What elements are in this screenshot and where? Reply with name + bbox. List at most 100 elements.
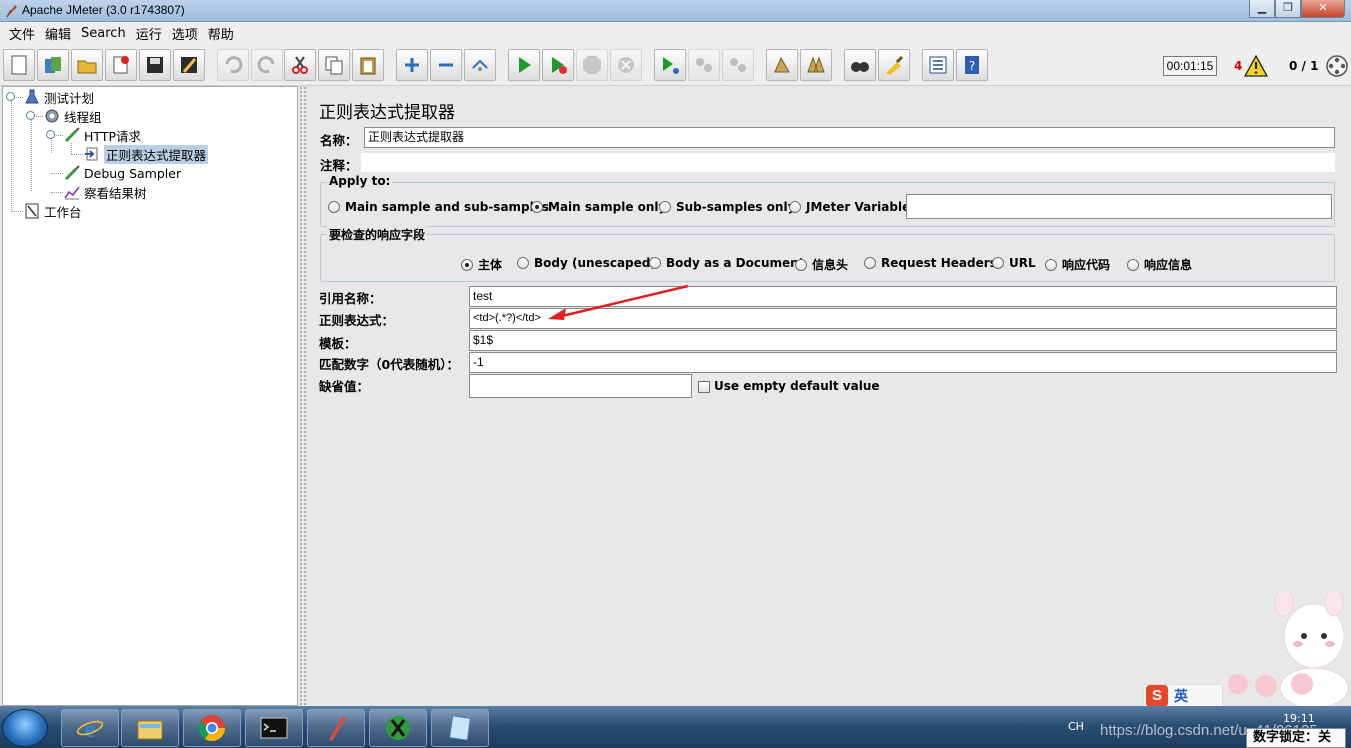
window-title: Apache JMeter (3.0 r1743807) bbox=[22, 3, 185, 17]
maximize-button[interactable]: ❐ bbox=[1275, 0, 1301, 18]
help-button[interactable]: ? bbox=[956, 49, 988, 81]
apply-sub-only-radio[interactable]: Sub-samples only bbox=[659, 200, 795, 214]
radio-dot bbox=[531, 201, 543, 213]
tree-node-label: 正则表达式提取器 bbox=[104, 144, 209, 164]
open-button[interactable] bbox=[71, 49, 103, 81]
remote-status-icon bbox=[1326, 55, 1348, 77]
remote-start-button[interactable] bbox=[654, 49, 686, 81]
tree-node-thread-group[interactable]: 线程组 bbox=[43, 107, 102, 125]
taskbar-app-chrome[interactable] bbox=[183, 709, 241, 747]
use-empty-default-label: Use empty default value bbox=[714, 379, 880, 393]
search-icon bbox=[851, 62, 869, 72]
save-button[interactable] bbox=[139, 49, 171, 81]
menu-search[interactable]: Search bbox=[76, 26, 131, 41]
tree-node-regex-extractor[interactable]: 正则表达式提取器 bbox=[83, 144, 209, 164]
template-label: 模板： bbox=[319, 336, 357, 351]
name-field[interactable]: 正则表达式提取器 bbox=[364, 127, 1335, 148]
field-body-document-radio[interactable]: Body as a Document bbox=[649, 256, 804, 270]
ime-toolbar[interactable]: S 英 bbox=[1143, 684, 1223, 708]
tree-node-workbench[interactable]: 工作台 bbox=[23, 202, 82, 220]
tree-node-http-request[interactable]: HTTP请求 bbox=[63, 126, 141, 144]
cmd-icon bbox=[260, 717, 288, 739]
templates-button[interactable] bbox=[37, 49, 69, 81]
field-request-headers-radio[interactable]: Request Headers bbox=[864, 256, 997, 270]
taskbar-app-explorer[interactable] bbox=[121, 709, 179, 747]
split-pane-divider[interactable] bbox=[299, 86, 308, 706]
tree-node-debug-sampler[interactable]: Debug Sampler bbox=[63, 164, 181, 182]
use-empty-default-checkbox[interactable] bbox=[698, 381, 710, 393]
apply-main-and-sub-radio[interactable]: Main sample and sub-samples bbox=[328, 200, 549, 214]
ime-language[interactable]: 英 bbox=[1174, 686, 1188, 706]
regex-label: 正则表达式： bbox=[319, 313, 395, 328]
field-body-radio[interactable]: 主体 bbox=[461, 256, 502, 273]
expand-toggle[interactable] bbox=[6, 92, 15, 101]
chrome-icon bbox=[198, 715, 226, 742]
clear-icon bbox=[774, 56, 790, 73]
collapse-all-button[interactable] bbox=[430, 49, 462, 81]
tree-node-label: HTTP请求 bbox=[84, 128, 141, 144]
reset-search-button[interactable] bbox=[878, 49, 910, 81]
taskbar-app-notepad[interactable] bbox=[431, 709, 489, 747]
redo-button[interactable] bbox=[251, 49, 283, 81]
clear-button[interactable] bbox=[766, 49, 798, 81]
search-button[interactable] bbox=[844, 49, 876, 81]
jmeter-variable-field[interactable] bbox=[906, 194, 1332, 219]
start-no-pauses-button[interactable] bbox=[542, 49, 574, 81]
minimize-button[interactable]: ▁ bbox=[1249, 0, 1275, 18]
undo-button[interactable] bbox=[217, 49, 249, 81]
input-language-indicator[interactable]: CH bbox=[1068, 720, 1084, 733]
start-button[interactable] bbox=[508, 49, 540, 81]
apply-main-only-radio[interactable]: Main sample only bbox=[531, 200, 666, 214]
start-no-pause-icon bbox=[552, 57, 567, 74]
tree-node-label: 测试计划 bbox=[44, 90, 95, 106]
taskbar-app-cmd[interactable] bbox=[245, 709, 303, 747]
taskbar-app-ie[interactable]: e bbox=[61, 709, 119, 747]
tree-node-test-plan[interactable]: 测试计划 bbox=[23, 88, 94, 106]
cut-button[interactable] bbox=[284, 49, 316, 81]
remote-shutdown-button[interactable] bbox=[722, 49, 754, 81]
taskbar-app-pen[interactable] bbox=[307, 709, 365, 747]
apply-jmeter-variable-radio[interactable]: JMeter Variable bbox=[789, 200, 910, 214]
expand-toggle[interactable] bbox=[46, 130, 55, 139]
new-button[interactable] bbox=[3, 49, 35, 81]
remote-stop-button[interactable] bbox=[688, 49, 720, 81]
clear-all-button[interactable] bbox=[800, 49, 832, 81]
field-headers-radio[interactable]: 信息头 bbox=[795, 256, 848, 273]
default-value-field[interactable] bbox=[469, 374, 692, 398]
expand-toggle[interactable] bbox=[26, 111, 35, 120]
radio-dot bbox=[1045, 258, 1057, 271]
menu-edit[interactable]: 编辑 bbox=[40, 24, 76, 43]
shutdown-button[interactable] bbox=[610, 49, 642, 81]
close-window-button[interactable]: ✕ bbox=[1301, 0, 1345, 18]
function-helper-button[interactable] bbox=[922, 49, 954, 81]
menu-help[interactable]: 帮助 bbox=[203, 24, 239, 43]
start-button[interactable] bbox=[2, 709, 48, 747]
match-no-field[interactable]: -1 bbox=[469, 352, 1337, 373]
field-url-radio[interactable]: URL bbox=[992, 256, 1036, 270]
new-icon bbox=[11, 55, 27, 75]
jmeter-feather-icon bbox=[6, 5, 17, 18]
taskbar-app-xshell[interactable] bbox=[369, 709, 427, 747]
menu-run[interactable]: 运行 bbox=[131, 24, 167, 43]
tree-node-results-tree[interactable]: 察看结果树 bbox=[63, 183, 147, 201]
expand-all-button[interactable] bbox=[396, 49, 428, 81]
comment-field[interactable] bbox=[360, 152, 1336, 173]
field-response-code-radio[interactable]: 响应代码 bbox=[1045, 256, 1110, 273]
toolbar: ? bbox=[0, 44, 1351, 86]
paste-button[interactable] bbox=[352, 49, 384, 81]
menu-options[interactable]: 选项 bbox=[167, 24, 203, 43]
warning-icon[interactable] bbox=[1244, 55, 1268, 77]
test-plan-tree: 测试计划 线程组 HTTP请求 正则表达式提取器 Debug Sampler 察… bbox=[2, 86, 298, 706]
close-file-button[interactable] bbox=[105, 49, 137, 81]
ref-name-label: 引用名称： bbox=[319, 291, 382, 306]
menu-file[interactable]: 文件 bbox=[4, 24, 40, 43]
copy-button[interactable] bbox=[318, 49, 350, 81]
system-clock[interactable]: 19:11 bbox=[1283, 712, 1315, 725]
template-field[interactable]: $1$ bbox=[469, 330, 1337, 351]
field-body-unescaped-radio[interactable]: Body (unescaped) bbox=[517, 256, 656, 270]
stop-button[interactable] bbox=[576, 49, 608, 81]
save-as-button[interactable] bbox=[173, 49, 205, 81]
toggle-button[interactable] bbox=[464, 49, 496, 81]
field-response-message-radio[interactable]: 响应信息 bbox=[1127, 256, 1192, 273]
mascot-sticker-icon bbox=[1228, 592, 1349, 708]
